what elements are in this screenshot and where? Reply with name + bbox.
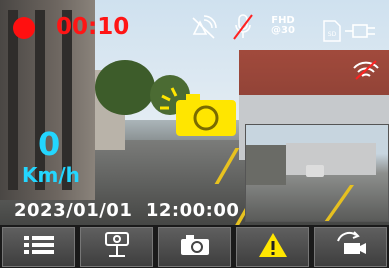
svg-text:SD: SD — [328, 31, 337, 38]
dashcam-screen: 00:10 FHD @30 SD 0 Km/h 2023/01/01 12:00… — [0, 0, 389, 268]
rear-camera-preview[interactable] — [245, 124, 389, 222]
warning-icon — [258, 232, 288, 262]
camera-icon — [179, 233, 211, 261]
capture-camera-icon — [158, 86, 240, 142]
framerate-label: @30 — [271, 25, 295, 36]
emergency-lock-button[interactable] — [236, 227, 309, 267]
menu-icon — [23, 235, 54, 259]
power-plug-icon — [343, 22, 377, 44]
sd-card-icon: SD — [323, 20, 341, 46]
mic-muted-icon — [232, 13, 254, 45]
speed-unit: Km/h — [22, 163, 80, 187]
parking-monitor-icon — [104, 231, 130, 263]
speed-value: 0 — [38, 125, 61, 163]
gps-off-icon — [190, 14, 218, 44]
menu-button[interactable] — [2, 227, 75, 267]
record-indicator-icon — [13, 17, 35, 39]
resolution-icon: FHD @30 — [271, 16, 295, 36]
car — [306, 165, 324, 177]
recording-time: 00:10 — [56, 14, 130, 40]
snapshot-button[interactable] — [158, 227, 231, 267]
palm-tree — [95, 60, 155, 115]
switch-camera-button[interactable] — [314, 227, 387, 267]
date-time-stamp: 2023/01/01 12:00:00 — [14, 200, 240, 221]
wifi-icon — [352, 60, 380, 84]
bottom-toolbar — [0, 225, 389, 268]
switch-camera-icon — [334, 231, 368, 263]
parking-monitor-button[interactable] — [80, 227, 153, 267]
